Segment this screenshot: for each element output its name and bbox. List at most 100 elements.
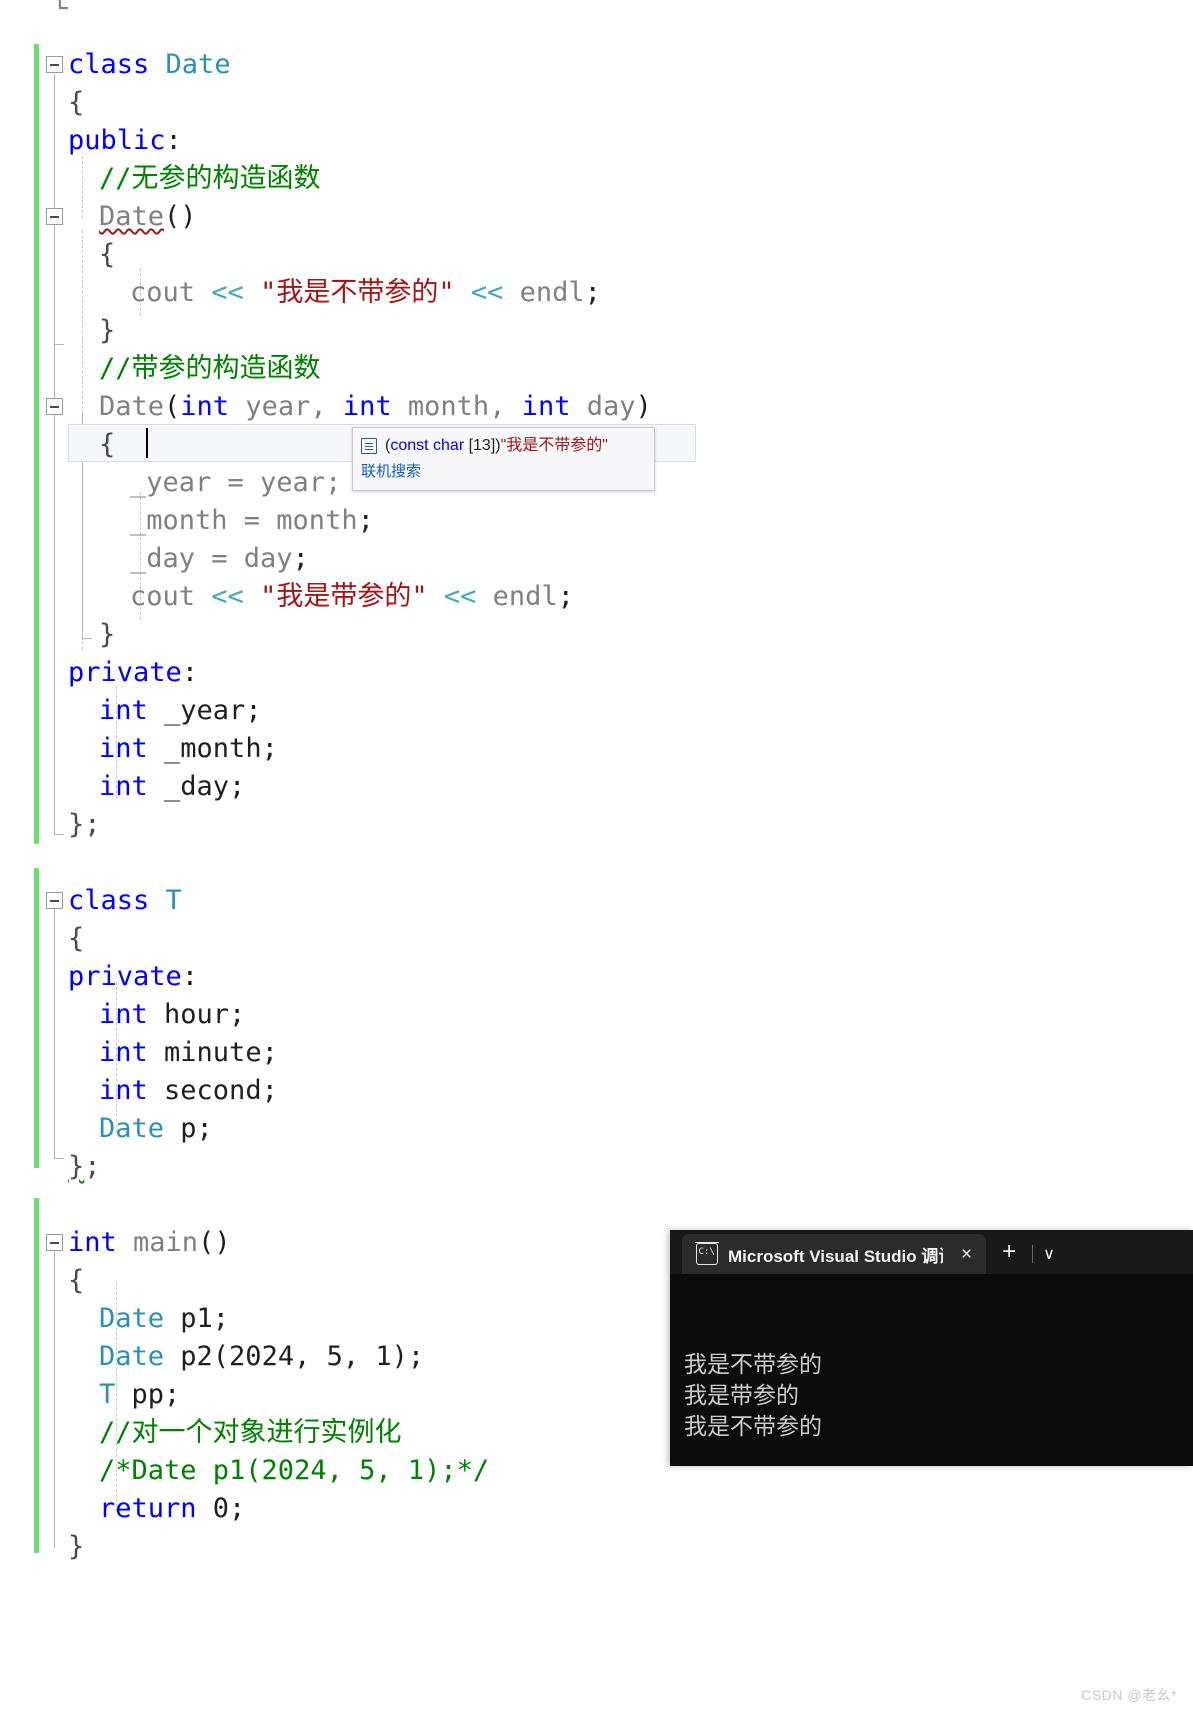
code-token: int [180,391,230,422]
code-token: } [68,1151,85,1182]
quick-info-type-keyword: const char [390,437,465,454]
code-line-text: int second; [99,1072,278,1110]
console-output: 我是不带参的我是带参的我是不带参的 C:\vs2019\C++\C++\cplu… [670,1274,1193,1466]
code-line-text: }; [68,806,101,844]
code-line-text: int _month; [99,730,278,768]
code-line-text: int _year; [99,692,262,730]
code-token: }; [68,809,101,840]
quick-info-row: (const char [13])"我是不带参的" [361,435,644,457]
code-token: "我是不带参的" [260,277,455,308]
terminal-icon [695,1242,719,1265]
code-token: //对一个对象进行实例化 [99,1417,402,1448]
code-token: { [68,923,85,954]
quick-info-text: (const char [13])"我是不带参的" [385,435,608,457]
code-token: year, [229,391,343,422]
quick-info-type-suffix: [13]) [464,437,501,454]
code-line-text: Date() [99,198,197,236]
code-token: : [181,961,199,992]
code-line-text: int _day; [99,768,245,806]
code-line-text: class T [68,882,182,920]
code-line-text: Date(int year, int month, int day) [99,388,652,426]
code-token: _day; [147,771,246,802]
code-token: minute; [147,1037,278,1068]
code-token: { [99,239,116,270]
code-token: year; [260,467,342,498]
code-token: 0; [196,1493,246,1524]
code-token: day [570,391,636,422]
code-token: int [99,771,148,802]
collapse-outline-icon[interactable] [46,208,63,225]
code-line-text: class Date [68,46,231,84]
code-token: ; [557,581,574,612]
search-online-link[interactable]: 联机搜索 [361,461,421,483]
code-line-text: public: [68,122,182,160]
close-icon[interactable]: × [953,1245,980,1264]
code-token: _year = [130,467,261,498]
partial-glyph-top: └ [52,0,68,24]
code-token: Date [99,391,165,422]
console-title-bar[interactable]: Microsoft Visual Studio 调试控 × + ∨ [670,1230,1193,1274]
code-token: () [198,1227,231,1258]
console-output-line: 我是不带参的 [684,1352,822,1378]
code-line-text: int minute; [99,1034,278,1072]
code-token: int [99,733,148,764]
code-line-text: private: [68,958,198,996]
outline-guide-foot [54,834,64,835]
console-output-line: 我是不带参的 [684,1414,822,1440]
new-tab-icon[interactable]: + [986,1240,1032,1264]
change-tracking-bar [34,44,39,844]
code-token: int [99,1075,148,1106]
code-token: private [68,961,182,992]
collapse-outline-icon[interactable] [46,398,63,415]
code-token: cout [130,581,212,612]
code-line-text: Date p2(2024, 5, 1); [99,1338,424,1376]
code-token: pp; [115,1379,181,1410]
code-token: int [521,391,571,422]
code-token: public [68,125,166,156]
code-line-text: { [68,1262,84,1300]
code-token: p; [164,1113,213,1144]
code-token: month, [391,391,522,422]
code-token: cout [130,277,212,308]
quick-info-icon [361,438,377,454]
quick-info-value: "我是不带参的" [500,437,608,454]
code-line-text: private: [68,654,198,692]
code-line-text: { [68,920,84,958]
code-line-text: cout << "我是带参的" << endl; [130,578,574,616]
code-token: int [99,999,148,1030]
console-tab-title: Microsoft Visual Studio 调试控 [728,1246,943,1266]
code-line-text: _day = day; [130,540,309,578]
text-caret [146,428,148,458]
outline-guide-line [54,226,55,344]
code-token: _month; [147,733,278,764]
console-tab[interactable]: Microsoft Visual Studio 调试控 × [682,1234,987,1274]
code-token: << [211,277,261,308]
debug-console-window[interactable]: Microsoft Visual Studio 调试控 × + ∨ 我是不带参的… [670,1230,1193,1466]
collapse-outline-icon[interactable] [46,1234,63,1251]
code-token: int [68,1227,117,1258]
code-token: //带参的构造函数 [99,353,321,384]
code-token: //无参的构造函数 [99,163,321,194]
collapse-outline-icon[interactable] [46,892,63,909]
collapse-outline-icon[interactable] [46,56,63,73]
code-token: ; [357,505,374,536]
code-token: Date [99,1303,165,1334]
code-token: main [116,1227,199,1258]
code-token: } [99,619,116,650]
chevron-down-icon[interactable]: ∨ [1033,1244,1065,1264]
code-token: : [181,657,199,688]
change-tracking-bar [34,1198,39,1553]
code-line-text: } [99,312,115,350]
code-line-text: /*Date p1(2024, 5, 1);*/ [99,1452,489,1490]
code-token: int [342,391,392,422]
code-token: ; [584,277,601,308]
code-token: ; [84,1151,101,1182]
quick-info-tooltip: (const char [13])"我是不带参的" 联机搜索 [352,427,655,491]
code-token: ( [164,391,181,422]
code-token: p2(2024, 5, 1); [164,1341,425,1372]
code-token: ) [635,391,652,422]
code-line-text: Date p; [99,1110,213,1148]
code-token: endl [519,277,585,308]
code-token: second; [147,1075,278,1106]
